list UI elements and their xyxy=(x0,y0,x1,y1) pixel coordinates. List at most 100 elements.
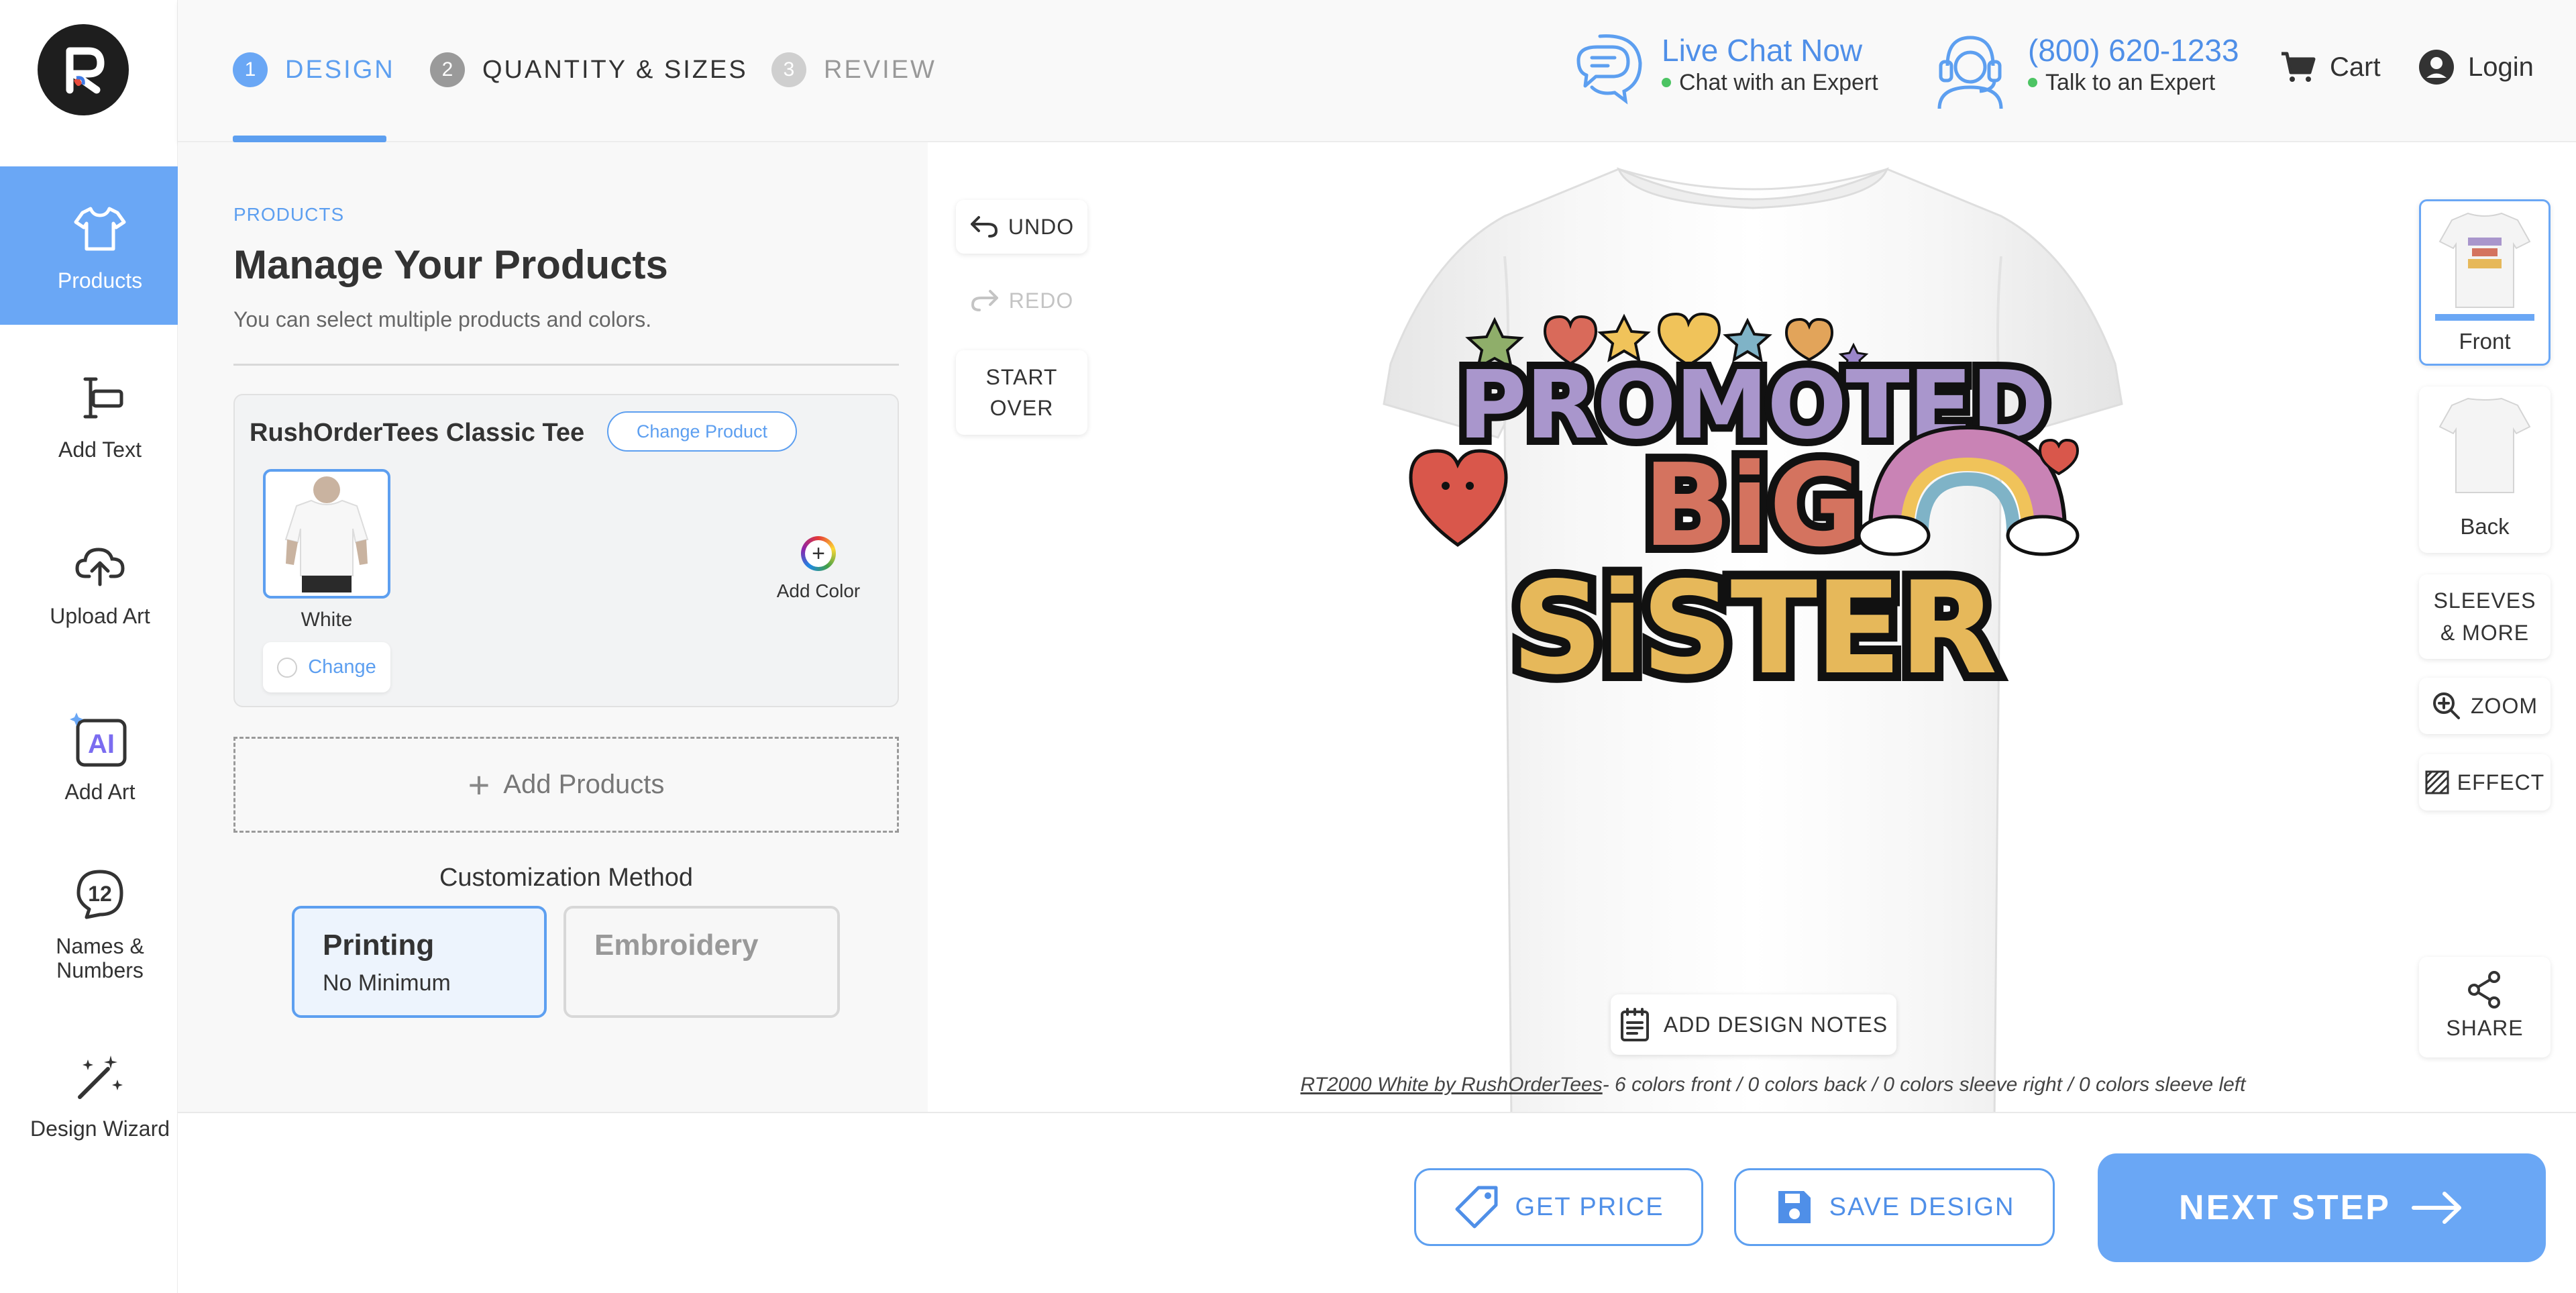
zoom-label: ZOOM xyxy=(2471,694,2538,718)
panel-subtitle: You can select multiple products and col… xyxy=(233,307,652,331)
step-quantity-sizes[interactable]: 2 QUANTITY & SIZES xyxy=(430,52,748,87)
online-dot xyxy=(2028,78,2037,87)
save-design-button[interactable]: SAVE DESIGN xyxy=(1734,1168,2055,1246)
view-back[interactable]: Back xyxy=(2419,386,2551,553)
rail-upload-art[interactable]: Upload Art xyxy=(0,502,200,660)
effect-button[interactable]: EFFECT xyxy=(2419,754,2551,811)
plus-icon: + xyxy=(468,763,490,806)
step-design[interactable]: 1 DESIGN xyxy=(233,52,395,87)
login-link[interactable]: Login xyxy=(2418,47,2534,87)
svg-text:12: 12 xyxy=(88,882,112,906)
get-price-label: GET PRICE xyxy=(1515,1192,1664,1221)
design-summary: RT2000 White by RushOrderTees- 6 colors … xyxy=(1203,1074,2343,1096)
rail-design-wizard-label: Design Wizard xyxy=(30,1117,170,1141)
sleeves-more-button[interactable]: SLEEVES & MORE xyxy=(2419,574,2551,659)
product-color-swatch[interactable] xyxy=(263,469,390,599)
zoom-in-icon xyxy=(2433,692,2460,719)
rail-products[interactable]: Products xyxy=(0,166,200,325)
step-design-number: 1 xyxy=(233,52,268,87)
change-product-button[interactable]: Change Product xyxy=(607,411,797,452)
rail-add-text[interactable]: Add Text xyxy=(0,335,200,494)
panel-title: Manage Your Products xyxy=(233,242,668,287)
add-color-label: Add Color xyxy=(776,580,861,601)
rail-products-label: Products xyxy=(57,268,143,293)
products-panel: PRODUCTS Manage Your Products You can se… xyxy=(178,142,928,1112)
left-toolbar: Products Add Text Upload Art AI Add Art … xyxy=(0,0,200,1293)
product-name: RushOrderTees Classic Tee xyxy=(250,419,585,447)
chat-bubbles-icon xyxy=(1576,34,1642,105)
divider xyxy=(233,364,899,366)
undo-button[interactable]: UNDO xyxy=(956,200,1087,254)
method-embroidery[interactable]: Embroidery xyxy=(564,906,840,1018)
step-review[interactable]: 3 REVIEW xyxy=(771,52,936,87)
undo-arrow-icon xyxy=(970,216,998,238)
add-products-label: Add Products xyxy=(503,770,665,799)
online-dot xyxy=(1662,78,1671,87)
view-front[interactable]: Front xyxy=(2419,199,2551,366)
svg-text:AI: AI xyxy=(88,729,115,759)
effect-pattern-icon xyxy=(2425,770,2449,794)
live-chat-subtitle: Chat with an Expert xyxy=(1679,70,1878,95)
redo-button[interactable]: REDO xyxy=(956,274,1087,327)
method-printing-sub: No Minimum xyxy=(323,970,451,996)
rail-design-wizard[interactable]: Design Wizard xyxy=(0,1015,200,1173)
arrow-right-icon xyxy=(2411,1192,2461,1224)
rail-add-text-label: Add Text xyxy=(58,437,142,462)
phone-subtitle: Talk to an Expert xyxy=(2045,70,2216,95)
rail-names-numbers-label: Names & Numbers xyxy=(56,934,144,982)
cloud-upload-icon xyxy=(70,534,130,594)
brand-logo[interactable] xyxy=(38,24,129,115)
cart-link[interactable]: Cart xyxy=(2279,47,2381,87)
phone-number: (800) 620-1233 xyxy=(2028,33,2239,68)
share-button[interactable]: SHARE xyxy=(2419,957,2551,1057)
share-icon xyxy=(2468,971,2500,1008)
get-price-button[interactable]: GET PRICE xyxy=(1414,1168,1703,1246)
active-view-indicator xyxy=(2435,314,2534,321)
color-wheel-plus-icon: + xyxy=(801,536,836,571)
save-disk-icon xyxy=(1778,1191,1811,1223)
rail-add-art[interactable]: AI Add Art xyxy=(0,678,200,836)
tshirt-model-thumbnail xyxy=(270,475,384,592)
save-design-label: SAVE DESIGN xyxy=(1829,1192,2015,1221)
step-quantity-number: 2 xyxy=(430,52,465,87)
redo-arrow-icon xyxy=(971,290,998,311)
design-word-big: BiG xyxy=(1643,439,1862,572)
effect-label: EFFECT xyxy=(2457,770,2545,794)
add-color-button[interactable]: + Add Color xyxy=(751,536,885,602)
redo-label: REDO xyxy=(1008,289,1074,313)
color-counts: - 6 colors front / 0 colors back / 0 col… xyxy=(1602,1074,2246,1096)
step-review-label: REVIEW xyxy=(824,55,936,84)
method-printing-title: Printing xyxy=(323,929,435,962)
text-cursor-icon xyxy=(70,368,130,428)
add-products-button[interactable]: + Add Products xyxy=(233,737,899,833)
method-embroidery-title: Embroidery xyxy=(594,929,759,962)
start-over-button[interactable]: START OVER xyxy=(956,350,1087,435)
change-color-button[interactable]: Change xyxy=(263,642,390,692)
view-back-label: Back xyxy=(2460,514,2510,539)
live-chat-title: Live Chat Now xyxy=(1662,33,1863,68)
footer-bar: GET PRICE SAVE DESIGN NEXT STEP xyxy=(178,1112,2576,1293)
add-design-notes-button[interactable]: ADD DESIGN NOTES xyxy=(1611,994,1896,1055)
tshirt-icon xyxy=(70,199,130,259)
number-badge-icon: 12 xyxy=(70,864,130,925)
tshirt-mockup: PROMOTED PROMOTED BiG BiG SiSTER SiSTER xyxy=(1383,167,2123,1123)
active-step-indicator xyxy=(233,136,386,142)
notepad-icon xyxy=(1620,1008,1649,1041)
add-design-notes-label: ADD DESIGN NOTES xyxy=(1663,1012,1888,1037)
rail-upload-art-label: Upload Art xyxy=(50,604,150,628)
live-chat-link[interactable]: Live Chat Now Chat with an Expert xyxy=(1573,28,1976,122)
front-thumbnail xyxy=(2438,212,2531,308)
product-card: RushOrderTees Classic Tee Change Product… xyxy=(233,394,899,707)
user-account-icon xyxy=(2419,50,2454,85)
cart-label: Cart xyxy=(2330,52,2381,82)
price-tag-icon xyxy=(1455,1186,1498,1229)
rail-names-numbers[interactable]: 12 Names & Numbers xyxy=(0,844,200,1002)
method-printing[interactable]: Printing No Minimum xyxy=(292,906,547,1018)
zoom-button[interactable]: ZOOM xyxy=(2419,678,2551,734)
next-step-button[interactable]: NEXT STEP xyxy=(2098,1153,2546,1262)
product-link[interactable]: RT2000 White by RushOrderTees xyxy=(1301,1074,1603,1096)
cart-icon xyxy=(2282,52,2316,82)
step-quantity-label: QUANTITY & SIZES xyxy=(482,55,748,84)
design-canvas: UNDO REDO START OVER PROMOTED PROMOTED B… xyxy=(928,142,2576,1123)
step-review-number: 3 xyxy=(771,52,806,87)
